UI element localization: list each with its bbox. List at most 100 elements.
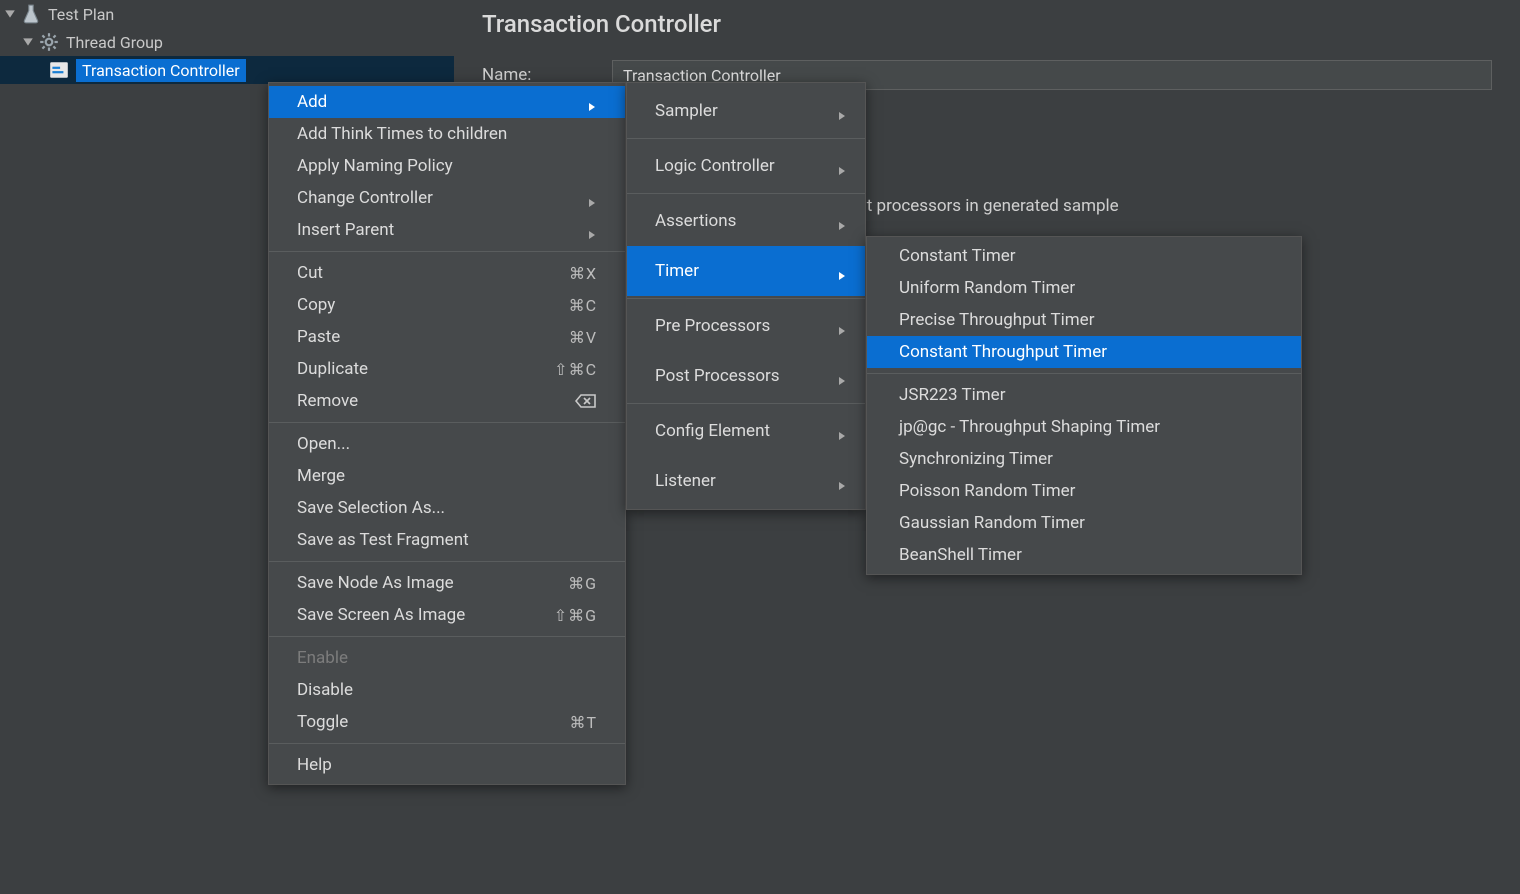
submenu-arrow-icon — [587, 193, 597, 203]
submenu-arrow-icon — [837, 426, 847, 436]
menu-label: BeanShell Timer — [899, 545, 1022, 565]
menu-separator — [867, 373, 1301, 374]
tree-item-thread-group[interactable]: Thread Group — [0, 28, 454, 56]
shortcut: ⌘C — [569, 296, 597, 315]
menu-item-copy[interactable]: Copy ⌘C — [269, 289, 625, 321]
menu-label: Toggle — [297, 712, 348, 732]
menu-label: Gaussian Random Timer — [899, 513, 1085, 533]
add-submenu: Sampler Logic Controller Assertions Time… — [626, 82, 866, 510]
menu-item-merge[interactable]: Merge — [269, 460, 625, 492]
menu-item-synchronizing-timer[interactable]: Synchronizing Timer — [867, 443, 1301, 475]
menu-item-constant-throughput-timer[interactable]: Constant Throughput Timer — [867, 336, 1301, 368]
menu-label: Constant Throughput Timer — [899, 342, 1107, 362]
menu-label: Save as Test Fragment — [297, 530, 469, 550]
menu-item-timer[interactable]: Timer — [627, 246, 865, 296]
expand-arrow-icon[interactable] — [4, 8, 16, 20]
menu-item-open[interactable]: Open... — [269, 428, 625, 460]
flask-icon — [20, 3, 42, 25]
menu-item-apply-naming[interactable]: Apply Naming Policy — [269, 150, 625, 182]
menu-item-pre-processors[interactable]: Pre Processors — [627, 301, 865, 351]
menu-label: Pre Processors — [655, 316, 770, 336]
menu-label: Remove — [297, 391, 358, 411]
menu-item-cut[interactable]: Cut⌘X — [269, 257, 625, 289]
menu-label: Open... — [297, 434, 350, 454]
submenu-arrow-icon — [587, 225, 597, 235]
menu-label: Add Think Times to children — [297, 124, 507, 144]
menu-item-paste[interactable]: Paste⌘V — [269, 321, 625, 353]
menu-item-save-fragment[interactable]: Save as Test Fragment — [269, 524, 625, 556]
shortcut: ⇧⌘C — [554, 360, 597, 379]
shortcut: ⌘T — [569, 713, 597, 732]
menu-item-jsr223-timer[interactable]: JSR223 Timer — [867, 379, 1301, 411]
menu-item-save-screen-image[interactable]: Save Screen As Image⇧⌘G — [269, 599, 625, 631]
tree-label: Transaction Controller — [76, 59, 246, 82]
menu-separator — [627, 298, 865, 299]
menu-separator — [627, 403, 865, 404]
menu-item-toggle[interactable]: Toggle ⌘T — [269, 706, 625, 738]
menu-label: Listener — [655, 471, 716, 491]
submenu-arrow-icon — [837, 266, 847, 276]
menu-label: Synchronizing Timer — [899, 449, 1053, 469]
submenu-arrow-icon — [837, 106, 847, 116]
menu-label: Change Controller — [297, 188, 433, 208]
context-menu: Add Add Think Times to children Apply Na… — [268, 82, 626, 785]
menu-item-precise-throughput-timer[interactable]: Precise Throughput Timer — [867, 304, 1301, 336]
menu-item-remove[interactable]: Remove — [269, 385, 625, 417]
menu-separator — [627, 138, 865, 139]
menu-item-insert-parent[interactable]: Insert Parent — [269, 214, 625, 246]
menu-separator — [269, 561, 625, 562]
menu-item-duplicate[interactable]: Duplicate ⇧⌘C — [269, 353, 625, 385]
shortcut: ⌘V — [569, 328, 597, 347]
menu-item-listener[interactable]: Listener — [627, 456, 865, 506]
menu-separator — [269, 422, 625, 423]
menu-item-poisson-random-timer[interactable]: Poisson Random Timer — [867, 475, 1301, 507]
menu-item-constant-timer[interactable]: Constant Timer — [867, 240, 1301, 272]
menu-separator — [627, 193, 865, 194]
shortcut: ⇧⌘G — [554, 606, 597, 625]
menu-item-add[interactable]: Add — [269, 86, 625, 118]
menu-label: Copy — [297, 295, 335, 315]
menu-item-post-processors[interactable]: Post Processors — [627, 351, 865, 401]
submenu-arrow-icon — [837, 216, 847, 226]
tree-label: Test Plan — [48, 5, 114, 24]
menu-label: Uniform Random Timer — [899, 278, 1075, 298]
menu-item-add-think-times[interactable]: Add Think Times to children — [269, 118, 625, 150]
menu-item-disable[interactable]: Disable — [269, 674, 625, 706]
menu-item-gaussian-random-timer[interactable]: Gaussian Random Timer — [867, 507, 1301, 539]
menu-separator — [269, 251, 625, 252]
timer-submenu: Constant Timer Uniform Random Timer Prec… — [866, 236, 1302, 575]
menu-label: Save Selection As... — [297, 498, 445, 518]
gear-icon — [38, 31, 60, 53]
menu-label: Merge — [297, 466, 345, 486]
delete-icon — [575, 393, 597, 409]
menu-label: JSR223 Timer — [899, 385, 1005, 405]
menu-label: Save Node As Image — [297, 573, 454, 593]
menu-item-save-selection[interactable]: Save Selection As... — [269, 492, 625, 524]
tree-item-transaction-controller[interactable]: Transaction Controller — [0, 56, 454, 84]
submenu-arrow-icon — [837, 476, 847, 486]
tree-item-test-plan[interactable]: Test Plan — [0, 0, 454, 28]
menu-label: Help — [297, 755, 332, 775]
menu-label: Timer — [655, 261, 699, 281]
submenu-arrow-icon — [837, 161, 847, 171]
menu-label: Duplicate — [297, 359, 368, 379]
menu-label: Poisson Random Timer — [899, 481, 1075, 501]
menu-item-sampler[interactable]: Sampler — [627, 86, 865, 136]
menu-item-enable: Enable — [269, 642, 625, 674]
menu-label: jp@gc - Throughput Shaping Timer — [899, 417, 1160, 437]
tree-label: Thread Group — [66, 33, 163, 52]
menu-item-uniform-random-timer[interactable]: Uniform Random Timer — [867, 272, 1301, 304]
expand-arrow-icon[interactable] — [22, 36, 34, 48]
menu-item-logic-controller[interactable]: Logic Controller — [627, 141, 865, 191]
menu-item-jpgc-throughput-timer[interactable]: jp@gc - Throughput Shaping Timer — [867, 411, 1301, 443]
menu-item-assertions[interactable]: Assertions — [627, 196, 865, 246]
menu-label: Insert Parent — [297, 220, 394, 240]
menu-item-help[interactable]: Help — [269, 749, 625, 781]
menu-item-save-node-image[interactable]: Save Node As Image ⌘G — [269, 567, 625, 599]
menu-item-config-element[interactable]: Config Element — [627, 406, 865, 456]
menu-label: Logic Controller — [655, 156, 775, 176]
shortcut: ⌘G — [568, 574, 597, 593]
menu-item-beanshell-timer[interactable]: BeanShell Timer — [867, 539, 1301, 571]
menu-item-change-controller[interactable]: Change Controller — [269, 182, 625, 214]
shortcut: ⌘X — [569, 264, 597, 283]
